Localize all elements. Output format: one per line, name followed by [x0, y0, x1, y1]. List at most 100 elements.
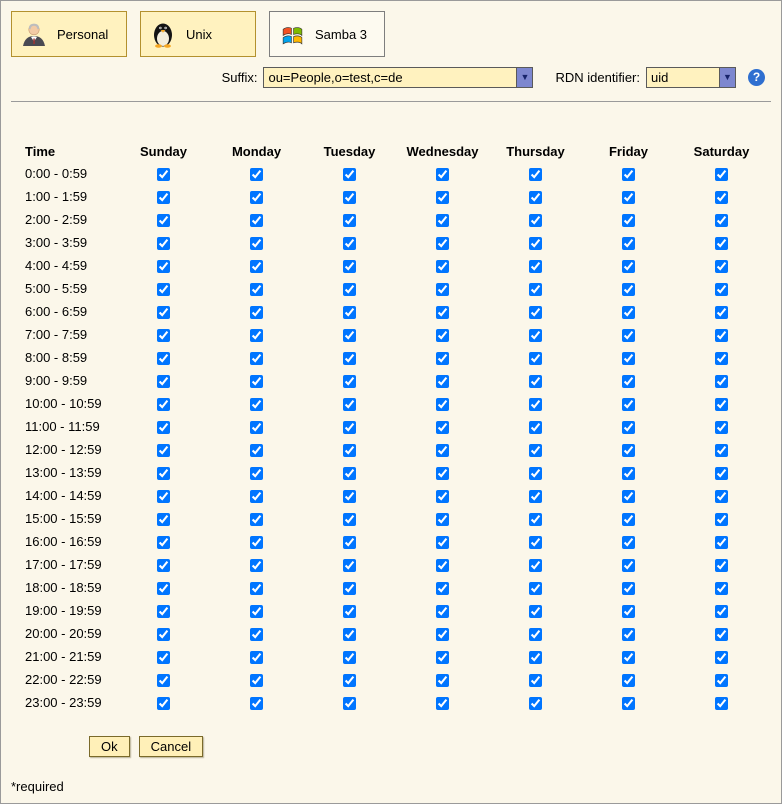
hour-checkbox[interactable] [157, 582, 170, 595]
hour-checkbox[interactable] [157, 306, 170, 319]
hour-checkbox[interactable] [529, 237, 542, 250]
hour-checkbox[interactable] [622, 697, 635, 710]
hour-checkbox[interactable] [715, 582, 728, 595]
hour-checkbox[interactable] [250, 168, 263, 181]
hour-checkbox[interactable] [529, 513, 542, 526]
hour-checkbox[interactable] [250, 421, 263, 434]
cancel-button[interactable]: Cancel [139, 736, 203, 757]
hour-checkbox[interactable] [622, 375, 635, 388]
hour-checkbox[interactable] [715, 306, 728, 319]
hour-checkbox[interactable] [715, 628, 728, 641]
hour-checkbox[interactable] [250, 375, 263, 388]
hour-checkbox[interactable] [343, 237, 356, 250]
hour-checkbox[interactable] [436, 582, 449, 595]
hour-checkbox[interactable] [622, 306, 635, 319]
hour-checkbox[interactable] [250, 697, 263, 710]
hour-checkbox[interactable] [343, 329, 356, 342]
hour-checkbox[interactable] [436, 421, 449, 434]
hour-checkbox[interactable] [715, 375, 728, 388]
hour-checkbox[interactable] [343, 674, 356, 687]
hour-checkbox[interactable] [622, 421, 635, 434]
hour-checkbox[interactable] [436, 697, 449, 710]
hour-checkbox[interactable] [715, 674, 728, 687]
hour-checkbox[interactable] [622, 536, 635, 549]
hour-checkbox[interactable] [715, 283, 728, 296]
hour-checkbox[interactable] [529, 536, 542, 549]
hour-checkbox[interactable] [157, 559, 170, 572]
hour-checkbox[interactable] [157, 490, 170, 503]
hour-checkbox[interactable] [715, 513, 728, 526]
hour-checkbox[interactable] [715, 214, 728, 227]
hour-checkbox[interactable] [529, 191, 542, 204]
hour-checkbox[interactable] [343, 421, 356, 434]
hour-checkbox[interactable] [343, 513, 356, 526]
hour-checkbox[interactable] [529, 398, 542, 411]
hour-checkbox[interactable] [157, 260, 170, 273]
hour-checkbox[interactable] [436, 444, 449, 457]
hour-checkbox[interactable] [436, 352, 449, 365]
hour-checkbox[interactable] [436, 306, 449, 319]
hour-checkbox[interactable] [157, 329, 170, 342]
hour-checkbox[interactable] [343, 559, 356, 572]
ok-button[interactable]: Ok [89, 736, 130, 757]
hour-checkbox[interactable] [250, 237, 263, 250]
hour-checkbox[interactable] [715, 697, 728, 710]
hour-checkbox[interactable] [529, 628, 542, 641]
hour-checkbox[interactable] [343, 375, 356, 388]
hour-checkbox[interactable] [622, 191, 635, 204]
hour-checkbox[interactable] [715, 536, 728, 549]
hour-checkbox[interactable] [622, 283, 635, 296]
hour-checkbox[interactable] [436, 237, 449, 250]
hour-checkbox[interactable] [157, 467, 170, 480]
hour-checkbox[interactable] [715, 237, 728, 250]
hour-checkbox[interactable] [343, 628, 356, 641]
hour-checkbox[interactable] [250, 536, 263, 549]
hour-checkbox[interactable] [436, 260, 449, 273]
hour-checkbox[interactable] [250, 513, 263, 526]
hour-checkbox[interactable] [157, 283, 170, 296]
hour-checkbox[interactable] [250, 214, 263, 227]
hour-checkbox[interactable] [343, 191, 356, 204]
hour-checkbox[interactable] [250, 605, 263, 618]
hour-checkbox[interactable] [157, 421, 170, 434]
hour-checkbox[interactable] [157, 375, 170, 388]
hour-checkbox[interactable] [715, 329, 728, 342]
hour-checkbox[interactable] [529, 352, 542, 365]
hour-checkbox[interactable] [436, 628, 449, 641]
hour-checkbox[interactable] [157, 168, 170, 181]
hour-checkbox[interactable] [343, 444, 356, 457]
hour-checkbox[interactable] [529, 421, 542, 434]
hour-checkbox[interactable] [622, 674, 635, 687]
hour-checkbox[interactable] [622, 398, 635, 411]
hour-checkbox[interactable] [436, 375, 449, 388]
hour-checkbox[interactable] [157, 697, 170, 710]
hour-checkbox[interactable] [343, 536, 356, 549]
hour-checkbox[interactable] [250, 329, 263, 342]
hour-checkbox[interactable] [622, 329, 635, 342]
hour-checkbox[interactable] [436, 513, 449, 526]
hour-checkbox[interactable] [157, 352, 170, 365]
tab-unix[interactable]: Unix [140, 11, 256, 57]
hour-checkbox[interactable] [250, 191, 263, 204]
hour-checkbox[interactable] [529, 490, 542, 503]
hour-checkbox[interactable] [250, 398, 263, 411]
hour-checkbox[interactable] [529, 582, 542, 595]
hour-checkbox[interactable] [343, 168, 356, 181]
tab-personal[interactable]: Personal [11, 11, 127, 57]
hour-checkbox[interactable] [529, 444, 542, 457]
hour-checkbox[interactable] [250, 674, 263, 687]
hour-checkbox[interactable] [343, 283, 356, 296]
hour-checkbox[interactable] [622, 444, 635, 457]
hour-checkbox[interactable] [343, 306, 356, 319]
hour-checkbox[interactable] [157, 605, 170, 618]
hour-checkbox[interactable] [250, 582, 263, 595]
hour-checkbox[interactable] [715, 168, 728, 181]
hour-checkbox[interactable] [343, 651, 356, 664]
hour-checkbox[interactable] [529, 306, 542, 319]
hour-checkbox[interactable] [622, 352, 635, 365]
hour-checkbox[interactable] [436, 467, 449, 480]
hour-checkbox[interactable] [343, 582, 356, 595]
hour-checkbox[interactable] [622, 237, 635, 250]
hour-checkbox[interactable] [622, 168, 635, 181]
hour-checkbox[interactable] [157, 214, 170, 227]
